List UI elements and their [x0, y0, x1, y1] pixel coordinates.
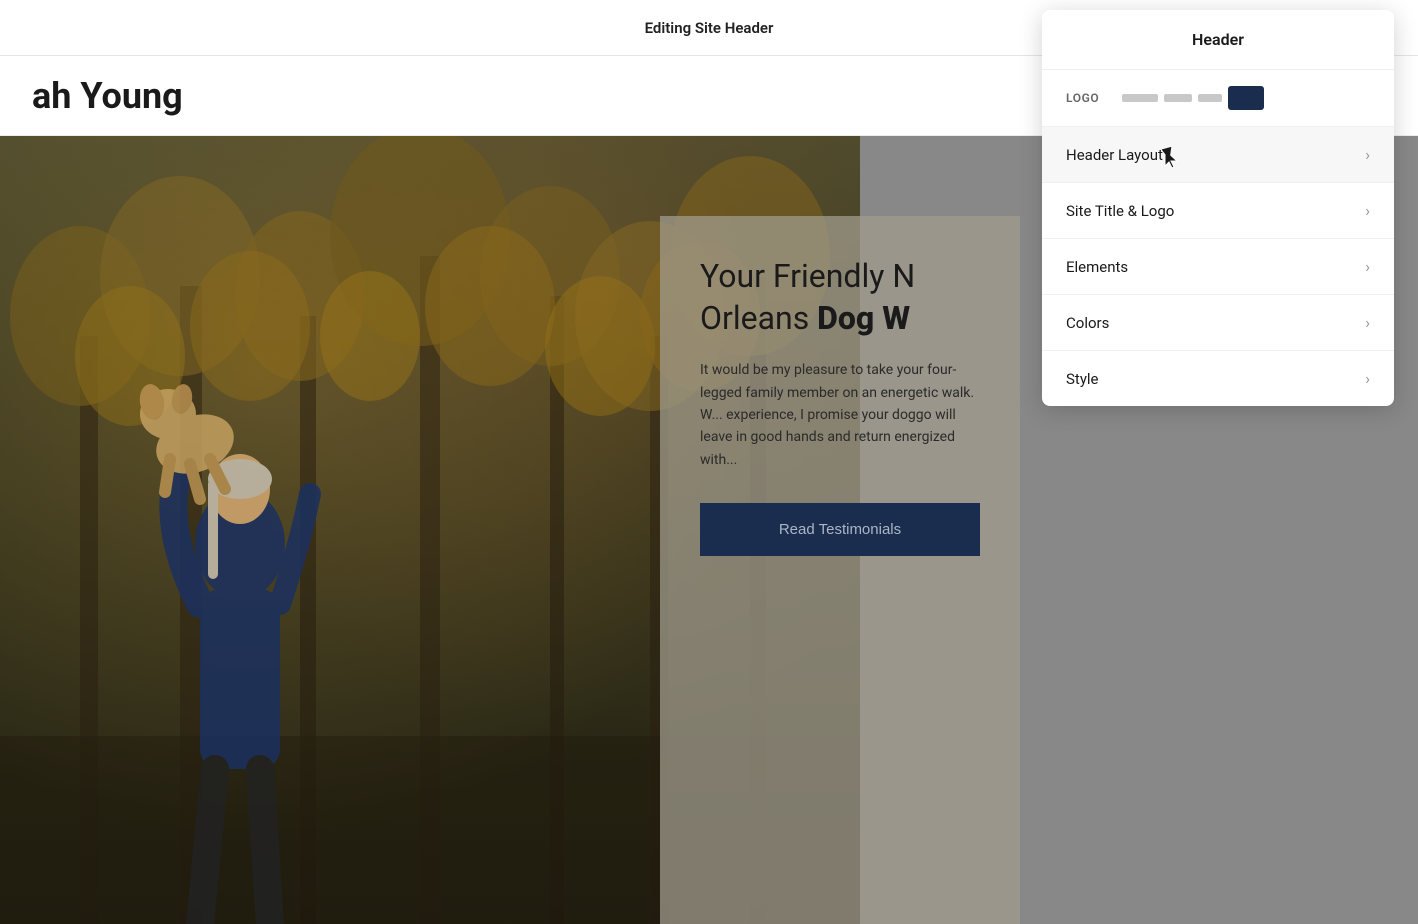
topbar-title: Editing Site Header: [645, 19, 774, 37]
logo-section: LOGO: [1042, 70, 1394, 127]
panel-item-elements[interactable]: Elements ›: [1042, 239, 1394, 295]
chevron-right-icon: ›: [1365, 369, 1370, 388]
logo-options: [1122, 86, 1370, 110]
site-title: ah Young: [32, 75, 1075, 117]
header-panel: Header LOGO Header Layout › Site Title &…: [1042, 10, 1394, 406]
hero-heading-line1: Your Friendly N: [700, 257, 915, 295]
panel-item-label: Colors: [1066, 314, 1109, 332]
logo-row: LOGO: [1066, 86, 1370, 110]
chevron-right-icon: ›: [1365, 313, 1370, 332]
panel-item-site-title-logo[interactable]: Site Title & Logo ›: [1042, 183, 1394, 239]
panel-title: Header: [1042, 10, 1394, 70]
hero-heading-line2: Orleans Dog W: [700, 299, 910, 337]
panel-item-label: Style: [1066, 370, 1099, 388]
panel-item-label: Elements: [1066, 258, 1128, 276]
panel-item-header-layout[interactable]: Header Layout ›: [1042, 127, 1394, 183]
hero-heading: Your Friendly N Orleans Dog W: [700, 256, 980, 339]
hero-cta-button[interactable]: Read Testimonials: [700, 503, 980, 556]
logo-option-2[interactable]: [1164, 94, 1192, 102]
hero-text-box: Your Friendly N Orleans Dog W It would b…: [660, 216, 1020, 924]
panel-item-label: Header Layout: [1066, 146, 1163, 164]
chevron-right-icon: ›: [1365, 201, 1370, 220]
chevron-right-icon: ›: [1365, 145, 1370, 164]
chevron-right-icon: ›: [1365, 257, 1370, 276]
logo-option-active[interactable]: [1228, 86, 1264, 110]
panel-item-label: Site Title & Logo: [1066, 202, 1174, 220]
hero-heading-bold: Dog W: [817, 299, 910, 337]
logo-option-1[interactable]: [1122, 94, 1158, 102]
logo-label: LOGO: [1066, 91, 1110, 105]
hero-body-text: It would be my pleasure to take your fou…: [700, 359, 980, 471]
panel-item-style[interactable]: Style ›: [1042, 351, 1394, 406]
logo-option-3[interactable]: [1198, 94, 1222, 102]
panel-item-colors[interactable]: Colors ›: [1042, 295, 1394, 351]
